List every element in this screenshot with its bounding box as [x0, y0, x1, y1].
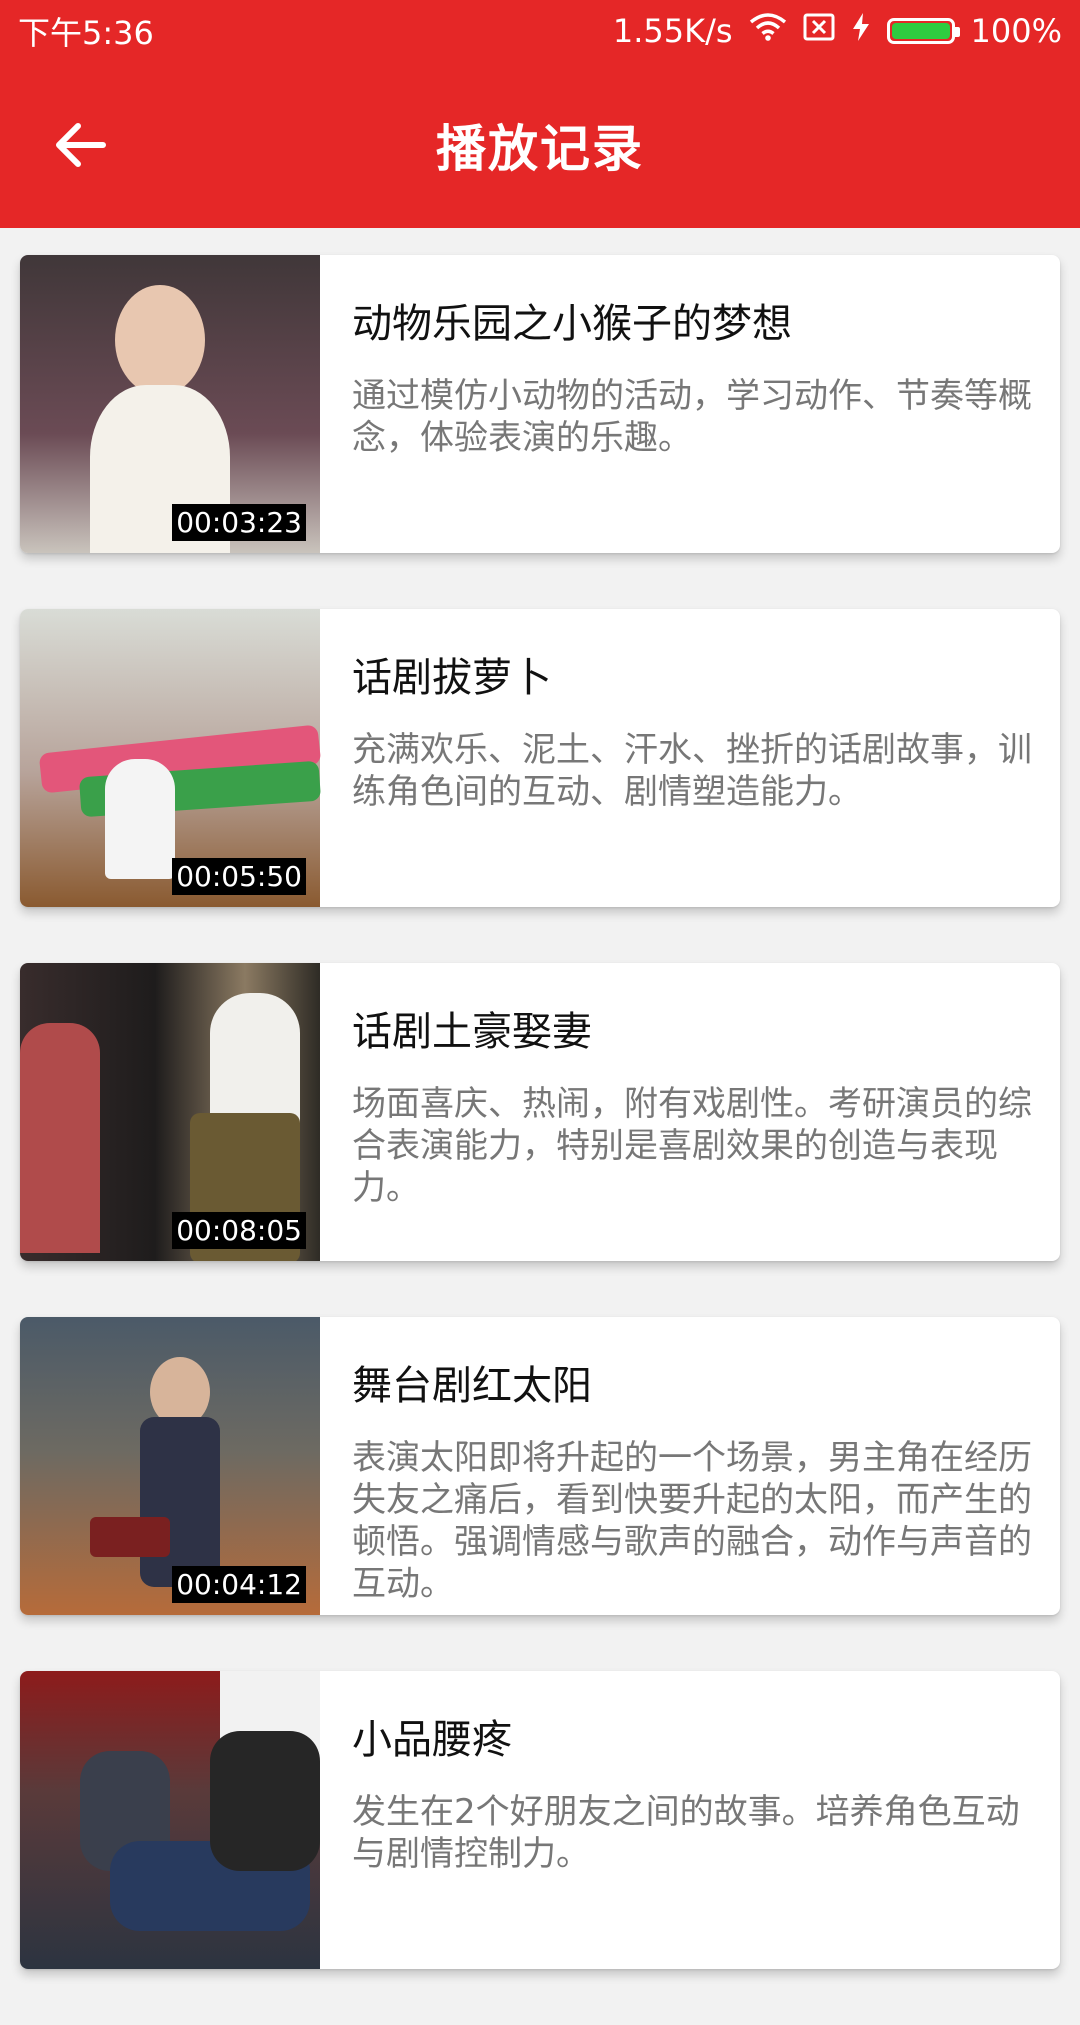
status-bar: 下午5:36 1.55K/s 100% [0, 0, 1080, 62]
video-title: 话剧土豪娶妻 [352, 1009, 592, 1055]
video-card[interactable]: 00:05:50 话剧拔萝卜 充满欢乐、泥土、汗水、挫折的话剧故事，训练角色间的… [20, 609, 1060, 907]
app-bar: 下午5:36 1.55K/s 100% 播放记录 [0, 0, 1080, 228]
video-thumbnail[interactable]: 00:08:05 [20, 963, 320, 1261]
video-duration: 00:04:12 [172, 1566, 306, 1603]
video-thumbnail[interactable] [20, 1671, 320, 1969]
battery-percent: 100% [970, 12, 1062, 50]
video-card[interactable]: 00:03:23 动物乐园之小猴子的梦想 通过模仿小动物的活动，学习动作、节奏等… [20, 255, 1060, 553]
video-duration: 00:03:23 [172, 504, 306, 541]
video-title: 动物乐园之小猴子的梦想 [352, 301, 792, 347]
sim-off-icon [803, 12, 835, 50]
history-list: 00:03:23 动物乐园之小猴子的梦想 通过模仿小动物的活动，学习动作、节奏等… [20, 255, 1060, 2025]
video-duration: 00:08:05 [172, 1212, 306, 1249]
video-info: 动物乐园之小猴子的梦想 通过模仿小动物的活动，学习动作、节奏等概念，体验表演的乐… [320, 255, 1060, 553]
toolbar: 播放记录 [0, 62, 1080, 228]
video-description: 充满欢乐、泥土、汗水、挫折的话剧故事，训练角色间的互动、剧情塑造能力。 [352, 730, 1032, 812]
status-icons: 1.55K/s 100% [613, 12, 1062, 50]
network-speed: 1.55K/s [612, 12, 733, 50]
video-info: 小品腰疼 发生在2个好朋友之间的故事。培养角色互动与剧情控制力。 [320, 1671, 1060, 1969]
video-info: 话剧土豪娶妻 场面喜庆、热闹，附有戏剧性。考研演员的综合表演能力，特别是喜剧效果… [320, 963, 1060, 1261]
page-title: 播放记录 [436, 120, 644, 178]
arrow-left-icon [56, 123, 106, 167]
video-duration: 00:05:50 [172, 858, 306, 895]
video-info: 话剧拔萝卜 充满欢乐、泥土、汗水、挫折的话剧故事，训练角色间的互动、剧情塑造能力… [320, 609, 1060, 907]
video-card[interactable]: 小品腰疼 发生在2个好朋友之间的故事。培养角色互动与剧情控制力。 [20, 1671, 1060, 1969]
video-card[interactable]: 00:04:12 舞台剧红太阳 表演太阳即将升起的一个场景，男主角在经历失友之痛… [20, 1317, 1060, 1615]
wifi-icon [749, 12, 787, 50]
battery-icon [886, 18, 960, 44]
video-thumbnail[interactable]: 00:04:12 [20, 1317, 320, 1615]
video-info: 舞台剧红太阳 表演太阳即将升起的一个场景，男主角在经历失友之痛后，看到快要升起的… [320, 1317, 1060, 1615]
video-card[interactable]: 00:08:05 话剧土豪娶妻 场面喜庆、热闹，附有戏剧性。考研演员的综合表演能… [20, 963, 1060, 1261]
video-description: 发生在2个好朋友之间的故事。培养角色互动与剧情控制力。 [352, 1792, 1020, 1874]
video-description: 表演太阳即将升起的一个场景，男主角在经历失友之痛后，看到快要升起的太阳，而产生的… [352, 1438, 1032, 1604]
video-description: 场面喜庆、热闹，附有戏剧性。考研演员的综合表演能力，特别是喜剧效果的创造与表现力… [352, 1084, 1032, 1208]
video-title: 小品腰疼 [352, 1717, 512, 1763]
video-thumbnail[interactable]: 00:05:50 [20, 609, 322, 907]
video-thumbnail[interactable]: 00:03:23 [20, 255, 320, 553]
video-title: 话剧拔萝卜 [352, 655, 552, 701]
video-title: 舞台剧红太阳 [352, 1363, 592, 1409]
video-description: 通过模仿小动物的活动，学习动作、节奏等概念，体验表演的乐趣。 [352, 376, 1032, 458]
charging-icon [851, 12, 871, 50]
status-time: 下午5:36 [18, 14, 154, 52]
battery-level-fill [891, 23, 950, 39]
back-button[interactable] [50, 115, 110, 175]
